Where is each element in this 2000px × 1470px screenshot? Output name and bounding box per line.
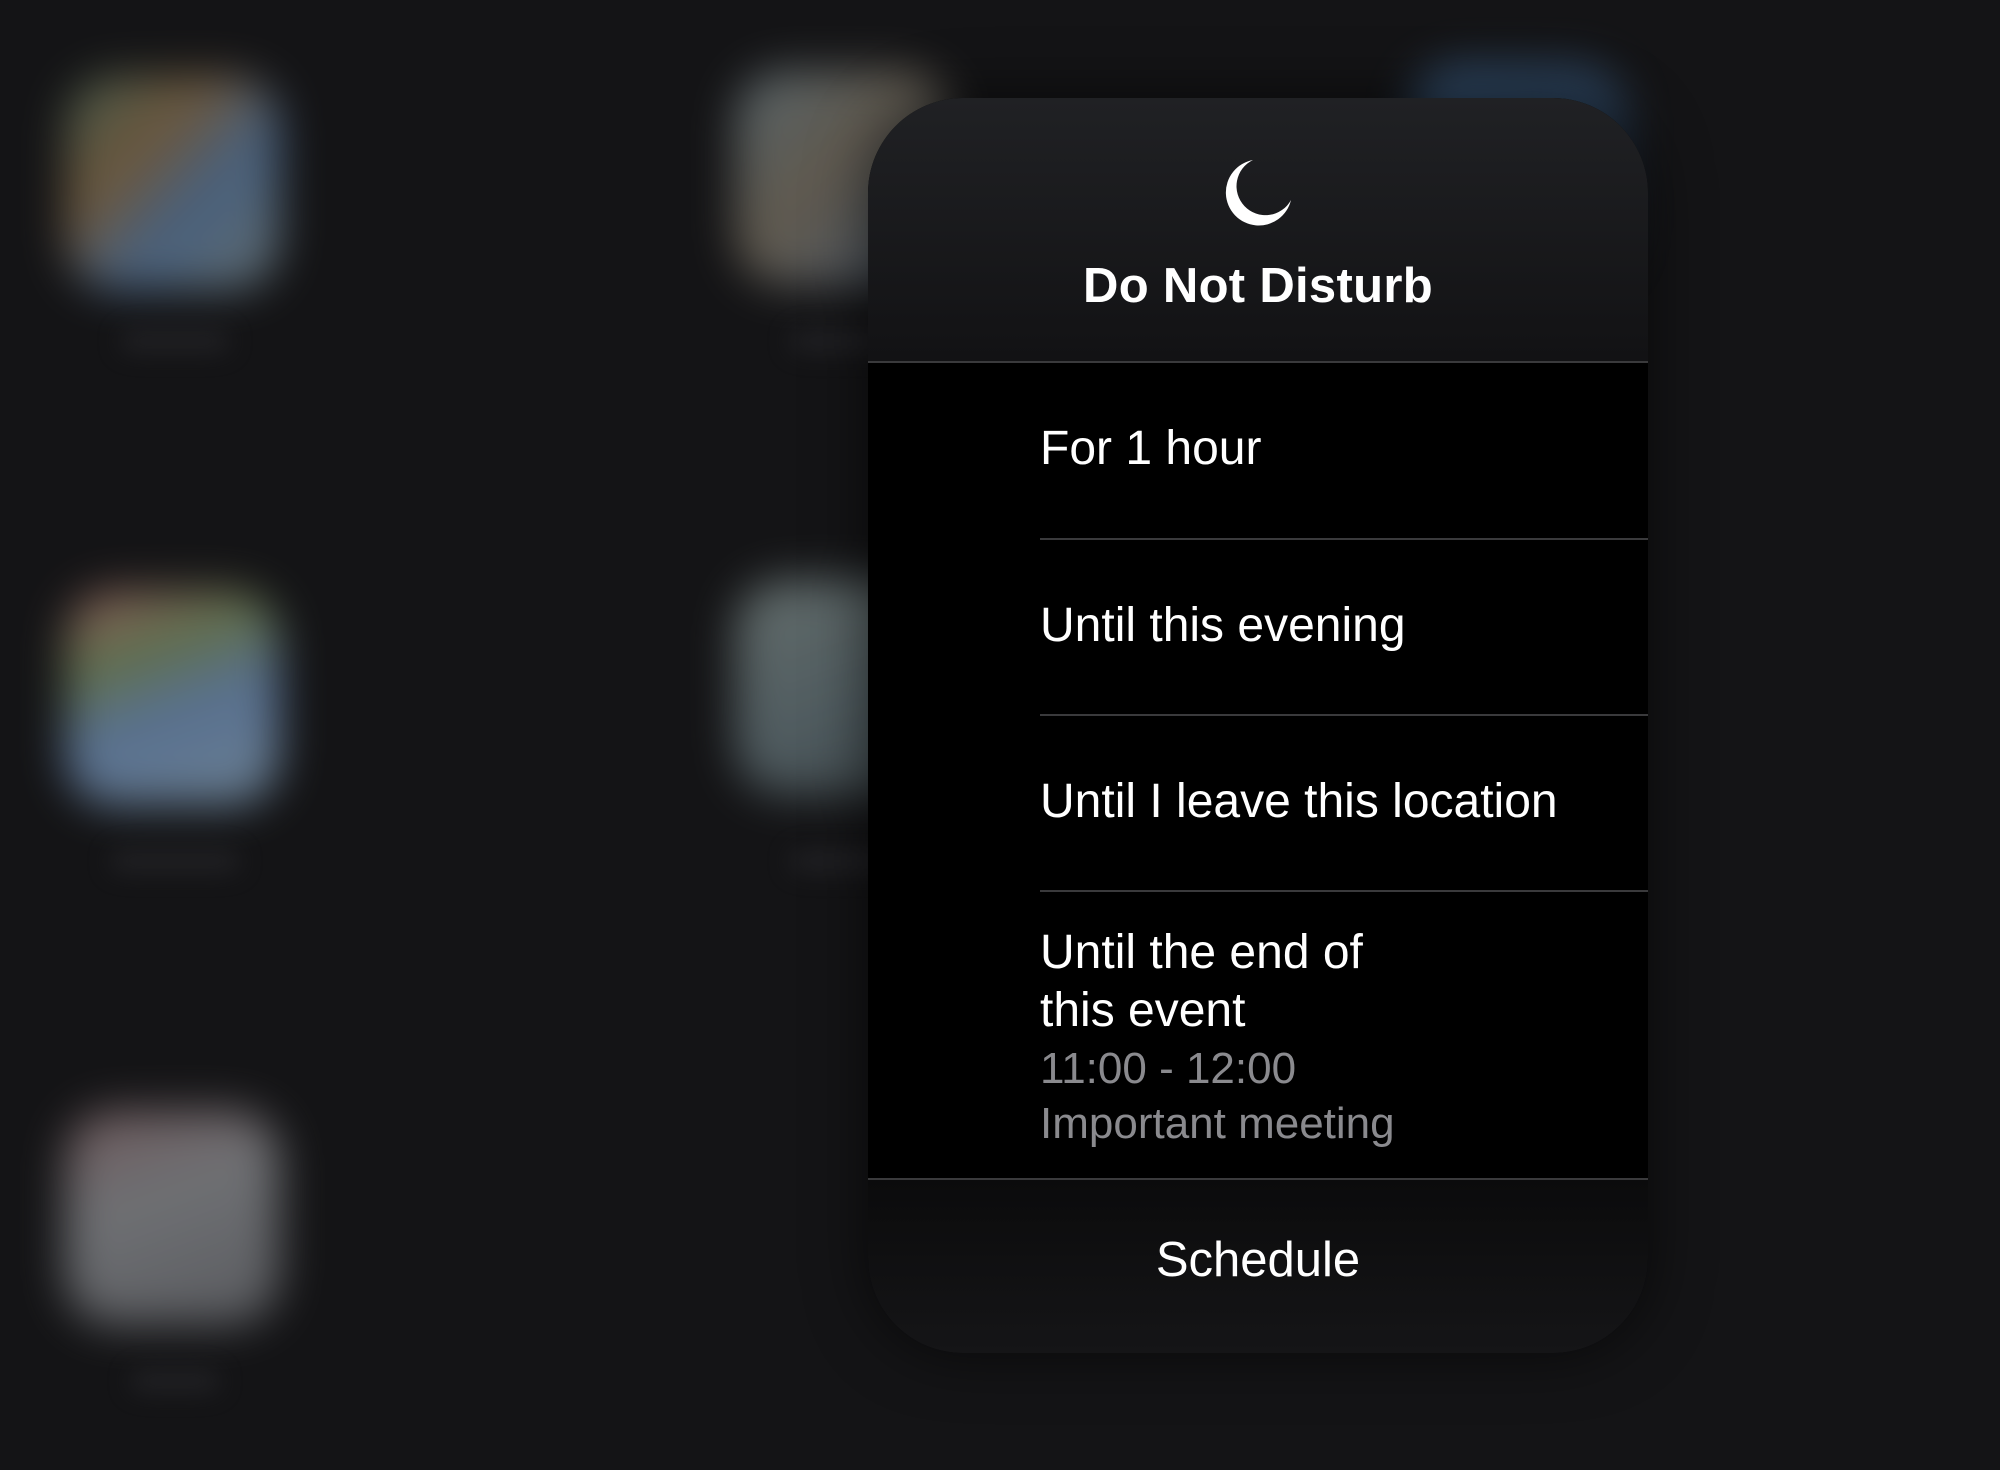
blurred-app-label [110,850,240,872]
option-until-end-of-event[interactable]: Until the end of this event 11:00 - 12:0… [868,892,1648,1177]
blurred-app-label [120,330,230,352]
option-label: Until I leave this location [1040,775,1558,828]
blurred-app-icon [65,75,280,290]
event-time: 11:00 - 12:00 [1040,1044,1297,1093]
option-label: Until this evening [1040,599,1406,652]
do-not-disturb-menu: Do Not Disturb For 1 hour Until this eve… [868,98,1648,1353]
blurred-app-label [130,1370,220,1392]
dnd-title: Do Not Disturb [1083,259,1433,313]
option-for-1-hour[interactable]: For 1 hour [868,363,1648,538]
home-screen-background: Do Not Disturb For 1 hour Until this eve… [0,0,2000,1470]
option-until-this-evening[interactable]: Until this evening [868,540,1648,714]
blurred-app-icon [65,1110,280,1325]
option-until-leave-location[interactable]: Until I leave this location [868,716,1648,890]
option-label: Until the end of this event [1040,924,1460,1040]
blurred-app-icon [65,590,280,805]
option-label-line-1: Until the end of [1040,926,1363,979]
option-label-line-2: this event [1040,984,1246,1037]
option-label: For 1 hour [1040,422,1262,475]
schedule-button[interactable]: Schedule [868,1180,1648,1353]
schedule-label: Schedule [1155,1233,1361,1287]
event-name: Important meeting [1040,1099,1395,1148]
dnd-header: Do Not Disturb [868,98,1648,363]
moon-icon [1225,160,1291,226]
